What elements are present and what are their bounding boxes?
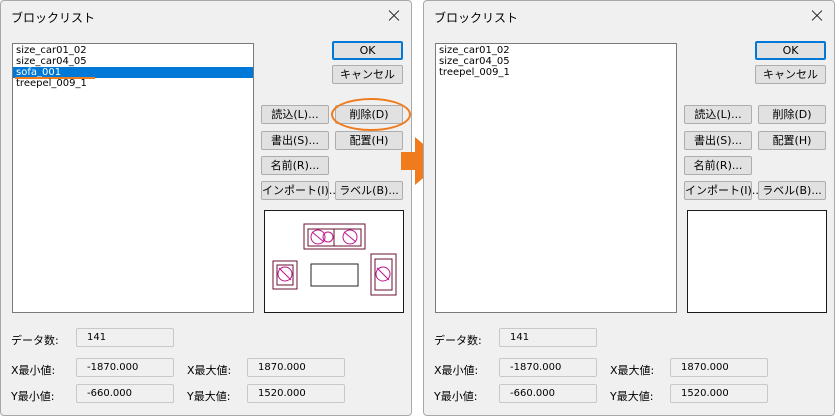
xmax-value: 1870.000 [670,358,768,377]
count-value: 141 [76,328,174,347]
list-item[interactable]: size_car04_05 [13,56,253,67]
rename-button[interactable]: 名前(R)... [261,156,329,175]
xmax-label: X最大値: [187,364,232,377]
list-item[interactable]: size_car01_02 [13,45,253,56]
load-button[interactable]: 読込(L)... [261,105,329,124]
block-preview-empty [687,210,827,313]
dialog-title: ブロックリスト [11,11,96,25]
list-item[interactable]: treepel_009_1 [436,67,676,78]
import-button[interactable]: インポート(I)... [684,181,762,200]
close-icon[interactable] [806,5,828,27]
dialog-title: ブロックリスト [434,11,519,25]
list-item[interactable]: size_car04_05 [436,56,676,67]
block-listbox[interactable]: size_car01_02 size_car04_05 sofa_001 tre… [12,43,254,313]
list-item[interactable]: size_car01_02 [436,45,676,56]
delete-highlight-ring [331,98,411,131]
place-button[interactable]: 配置(H) [335,131,403,150]
count-label: データ数: [11,334,59,347]
list-item[interactable]: treepel_009_1 [13,78,253,89]
sofa-preview-drawing [272,223,397,296]
ok-button[interactable]: OK [332,41,403,60]
xmin-value: -1870.000 [499,358,597,377]
ok-button[interactable]: OK [755,41,826,60]
count-label: データ数: [434,334,482,347]
ymax-label: Y最大値: [187,390,231,403]
ymax-value: 1520.000 [670,384,768,403]
rename-button[interactable]: 名前(R)... [684,156,752,175]
label-button[interactable]: ラベル(B)... [758,181,826,200]
close-icon[interactable] [383,5,405,27]
load-button[interactable]: 読込(L)... [684,105,752,124]
export-button[interactable]: 書出(S)... [684,131,752,150]
import-button[interactable]: インポート(I)... [261,181,339,200]
export-button[interactable]: 書出(S)... [261,131,329,150]
ymin-value: -660.000 [499,384,597,403]
xmin-value: -1870.000 [76,358,174,377]
block-listbox[interactable]: size_car01_02 size_car04_05 treepel_009_… [435,43,677,313]
delete-button[interactable]: 削除(D) [758,105,826,124]
label-button[interactable]: ラベル(B)... [335,181,403,200]
list-item-selected[interactable]: sofa_001 [13,67,253,79]
ymin-label: Y最小値: [434,390,478,403]
ymax-value: 1520.000 [247,384,345,403]
ymin-value: -660.000 [76,384,174,403]
block-preview [264,210,404,313]
ymax-label: Y最大値: [610,390,654,403]
cancel-button[interactable]: キャンセル [332,65,403,84]
xmin-label: X最小値: [434,364,479,377]
title-bar: ブロックリスト [424,1,834,31]
xmax-value: 1870.000 [247,358,345,377]
cancel-button[interactable]: キャンセル [755,65,826,84]
count-value: 141 [499,328,597,347]
block-list-dialog-after: ブロックリスト size_car01_02 size_car04_05 tree… [423,0,835,416]
ymin-label: Y最小値: [11,390,55,403]
block-list-dialog-before: ブロックリスト size_car01_02 size_car04_05 sofa… [0,0,412,416]
table-outline [310,263,359,287]
place-button[interactable]: 配置(H) [758,131,826,150]
xmin-label: X最小値: [11,364,56,377]
xmax-label: X最大値: [610,364,655,377]
title-bar: ブロックリスト [1,1,411,31]
